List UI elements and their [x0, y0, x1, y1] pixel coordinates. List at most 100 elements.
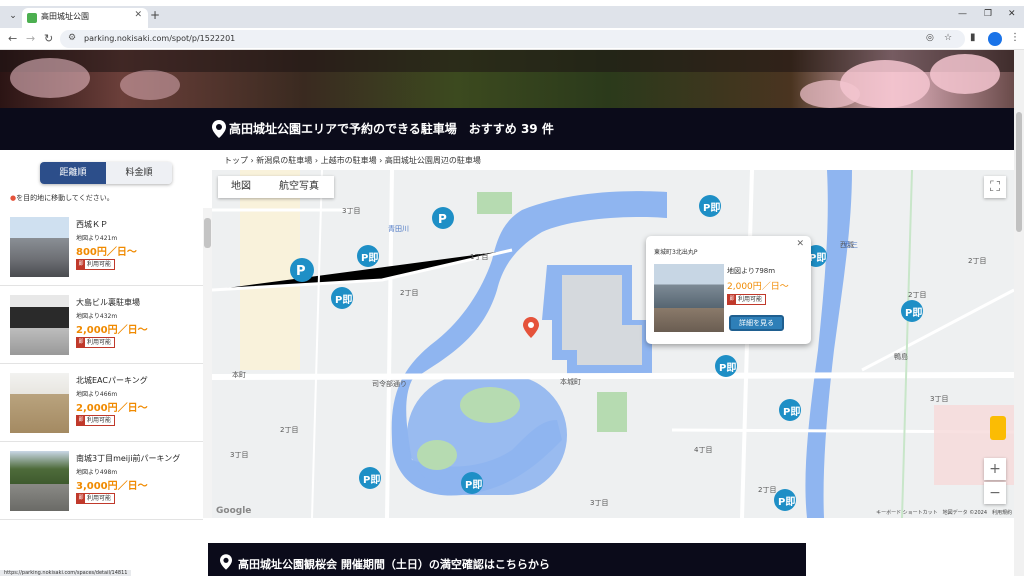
map-canvas[interactable]: P P P即 P即 P即 P即 P即 P即 P即 P即 P即 P即: [212, 170, 1014, 518]
parking-pin-icon[interactable]: P: [290, 258, 314, 282]
lot-distance: 地図より498m: [76, 469, 118, 476]
list-scrollbar[interactable]: [203, 208, 212, 518]
sort-by-price-button[interactable]: 料金順: [106, 162, 172, 184]
popup-price: 2,000円／日〜: [727, 282, 789, 292]
lot-name[interactable]: 南城3丁目meiji前パーキング: [76, 453, 180, 464]
parking-pin-icon[interactable]: P即: [774, 489, 796, 511]
google-logo: Google: [216, 506, 252, 516]
lot-photo: [10, 217, 69, 277]
parking-pin-icon[interactable]: P即: [359, 467, 381, 489]
parking-pin-icon[interactable]: P即: [901, 300, 923, 322]
profile-avatar[interactable]: [988, 32, 1002, 46]
zoom-out-button[interactable]: −: [984, 482, 1006, 504]
tab-close-icon[interactable]: ✕: [134, 10, 142, 20]
instant-mark-icon: 即: [77, 260, 85, 269]
location-pin-icon: [212, 120, 226, 138]
map-label: 青田川: [388, 225, 409, 233]
url-text[interactable]: parking.nokisaki.com/spot/p/1522201: [84, 34, 235, 43]
lot-name[interactable]: 西城ＫＰ: [76, 219, 108, 230]
map-label: 4丁目: [694, 446, 713, 454]
map-label: 1丁目: [470, 253, 489, 261]
lot-name[interactable]: 北城EACパーキング: [76, 375, 148, 386]
lot-name[interactable]: 大島ビル裏駐車場: [76, 297, 140, 308]
availability-badge: 即利用可能: [76, 415, 116, 426]
forward-arrow-icon[interactable]: →: [26, 32, 35, 45]
svg-text:P即: P即: [465, 479, 482, 491]
breadcrumb[interactable]: トップ › 新潟県の駐車場 › 上越市の駐車場 › 高田城址公園周辺の駐車場: [224, 155, 481, 166]
parking-pin-icon[interactable]: P即: [461, 472, 483, 494]
svg-text:P即: P即: [905, 307, 922, 319]
zoom-in-button[interactable]: +: [984, 458, 1006, 480]
lot-price: 800円／日〜: [76, 247, 137, 258]
new-tab-plus-icon[interactable]: +: [150, 8, 160, 22]
map-label: 2丁目: [280, 426, 299, 434]
area-title: 高田城址公園エリアで予約のできる駐車場 おすすめ 39 件: [229, 122, 554, 136]
map-label: 3丁目: [930, 395, 949, 403]
window-close-icon[interactable]: ✕: [1008, 9, 1016, 19]
lot-price: 2,000円／日〜: [76, 403, 148, 414]
address-bar[interactable]: ⚙ parking.nokisaki.com/spot/p/1522201 ◎ …: [60, 30, 965, 48]
parking-pin-icon[interactable]: P: [432, 207, 454, 229]
map-label: 3丁目: [590, 499, 609, 507]
status-bar-url: https://parking.nokisaki.com/spaces/deta…: [0, 570, 132, 576]
instant-mark-icon: 即: [77, 416, 85, 425]
lot-distance: 地図より466m: [76, 391, 118, 398]
lot-item[interactable]: 北城EACパーキング 地図より466m 2,000円／日〜 即利用可能: [0, 364, 203, 442]
svg-text:P即: P即: [783, 406, 800, 418]
lot-price: 3,000円／日〜: [76, 481, 148, 492]
instant-mark-icon: 即: [77, 338, 85, 347]
browser-toolbar: ← → ↻ ⚙ parking.nokisaki.com/spot/p/1522…: [0, 28, 1024, 50]
svg-text:P即: P即: [809, 252, 826, 264]
popup-close-icon[interactable]: ✕: [796, 239, 804, 249]
availability-badge: 即利用可能: [76, 259, 116, 270]
svg-text:P: P: [438, 212, 447, 226]
lot-photo: [10, 451, 69, 511]
map-label: 2丁目: [908, 291, 927, 299]
minimize-icon[interactable]: —: [958, 9, 967, 19]
page-scrollbar[interactable]: [1014, 50, 1024, 576]
map-label: 3丁目: [230, 451, 249, 459]
instant-mark-icon: 即: [77, 494, 85, 503]
map-label: 本町: [232, 371, 246, 379]
sort-by-distance-button[interactable]: 距離順: [40, 162, 106, 184]
lot-item[interactable]: 西城ＫＰ 地図より421m 800円／日〜 即利用可能: [0, 208, 203, 286]
lot-price: 2,000円／日〜: [76, 325, 148, 336]
side-panel-icon[interactable]: ▮: [970, 32, 976, 43]
parking-pin-icon[interactable]: P即: [715, 355, 737, 377]
svg-text:P即: P即: [363, 474, 380, 486]
map-label: 2丁目: [758, 486, 777, 494]
site-info-icon[interactable]: ⚙: [68, 33, 76, 43]
parking-pin-icon[interactable]: P即: [357, 245, 379, 267]
lot-distance: 地図より432m: [76, 313, 118, 320]
page-scroll-thumb[interactable]: [1016, 112, 1022, 232]
tab-aerial[interactable]: 航空写真: [264, 176, 334, 198]
map-attribution[interactable]: キーボード ショートカット 地図データ ©2024 利用規約: [876, 509, 1012, 516]
parking-pin-icon[interactable]: P即: [331, 287, 353, 309]
parking-pin-icon[interactable]: P即: [699, 195, 721, 217]
popup-photo: [654, 264, 724, 332]
map-label: 3丁目: [342, 207, 361, 215]
popup-distance: 地図より798m: [727, 267, 776, 275]
lot-item[interactable]: 大島ビル裏駐車場 地図より432m 2,000円／日〜 即利用可能: [0, 286, 203, 364]
eye-off-icon[interactable]: ◎: [926, 33, 934, 43]
tab-list-chevron-icon[interactable]: ⌄: [6, 9, 20, 23]
restore-icon[interactable]: ❐: [984, 9, 992, 19]
browser-tab[interactable]: 高田城址公園 ✕: [22, 8, 148, 28]
back-arrow-icon[interactable]: ←: [8, 32, 17, 45]
pegman-icon[interactable]: [990, 416, 1006, 440]
menu-kebab-icon[interactable]: ⋮: [1010, 32, 1020, 43]
details-button[interactable]: 詳細を見る: [729, 315, 784, 331]
svg-text:P: P: [296, 264, 306, 279]
map[interactable]: P P P即 P即 P即 P即 P即 P即 P即 P即 P即 P即 3丁目 1丁…: [212, 170, 1014, 518]
svg-text:P即: P即: [703, 202, 720, 214]
cherry-festival-title[interactable]: 高田城址公園観桜会 開催期間（土日）の満空確認はこちらから: [238, 556, 550, 572]
hint-text: ●を目的地に移動してください。: [10, 194, 114, 202]
reload-icon[interactable]: ↻: [44, 32, 53, 45]
lot-item[interactable]: 南城3丁目meiji前パーキング 地図より498m 3,000円／日〜 即利用可…: [0, 442, 203, 520]
bookmark-star-icon[interactable]: ☆: [944, 33, 952, 43]
list-scroll-thumb[interactable]: [204, 218, 211, 248]
map-label: 2丁目: [400, 289, 419, 297]
fullscreen-icon[interactable]: ⛶: [984, 176, 1006, 198]
tab-map[interactable]: 地図: [218, 176, 264, 198]
parking-pin-icon[interactable]: P即: [779, 399, 801, 421]
